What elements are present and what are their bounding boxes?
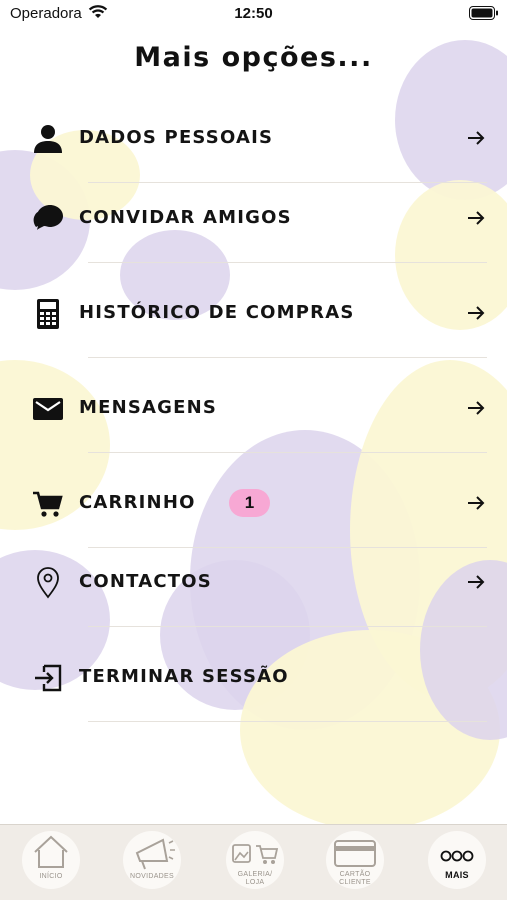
- card-icon: [334, 840, 376, 867]
- menu-item-historico-compras[interactable]: HISTÓRICO DE COMPRAS: [0, 284, 507, 358]
- arrow-right-icon: [468, 496, 485, 510]
- cart-icon: [33, 491, 63, 517]
- menu-item-label: CONTACTOS: [79, 571, 212, 592]
- page-title: Mais opções...: [134, 42, 373, 73]
- menu-item-convidar-amigos[interactable]: CONVIDAR AMIGOS: [0, 189, 507, 263]
- arrow-right-icon: [468, 131, 485, 145]
- location-pin-icon: [37, 567, 59, 599]
- tab-novidades[interactable]: NOVIDADES: [123, 831, 181, 889]
- tab-label: MAIS: [445, 870, 469, 880]
- status-time: 12:50: [234, 5, 273, 22]
- divider: [88, 626, 487, 627]
- menu-item-contactos[interactable]: CONTACTOS: [0, 553, 507, 627]
- megaphone-icon: [135, 838, 175, 870]
- arrow-right-icon: [468, 211, 485, 225]
- tab-label: GALERIA/LOJA: [237, 871, 273, 886]
- arrow-right-icon: [468, 575, 485, 589]
- tab-cartao-cliente[interactable]: CARTÃO CLIENTE: [326, 831, 384, 889]
- menu-item-dados-pessoais[interactable]: DADOS PESSOAIS: [0, 109, 507, 183]
- menu-item-terminar-sessao[interactable]: TERMINAR SESSÃO: [0, 648, 507, 722]
- menu-item-label: MENSAGENS: [79, 397, 218, 418]
- logout-icon: [35, 664, 62, 692]
- tab-label: INÍCIO: [39, 873, 63, 880]
- more-dots-icon: [440, 850, 474, 862]
- divider: [88, 721, 487, 722]
- battery-icon: [469, 6, 498, 20]
- tab-galeria-loja[interactable]: GALERIA/LOJA: [226, 831, 284, 889]
- menu-item-label: CONVIDAR AMIGOS: [79, 207, 292, 228]
- menu-item-mensagens[interactable]: MENSAGENS: [0, 379, 507, 453]
- divider: [88, 357, 487, 358]
- home-icon: [34, 835, 68, 868]
- tab-inicio[interactable]: INÍCIO: [22, 831, 80, 889]
- menu-item-carrinho[interactable]: CARRINHO 1: [0, 474, 507, 548]
- divider: [88, 182, 487, 183]
- divider: [88, 262, 487, 263]
- menu-item-label: HISTÓRICO DE COMPRAS: [79, 302, 355, 323]
- gallery-cart-icon: [232, 844, 279, 864]
- menu-item-label: DADOS PESSOAIS: [79, 127, 274, 148]
- person-icon: [34, 125, 62, 153]
- arrow-right-icon: [468, 306, 485, 320]
- divider: [88, 547, 487, 548]
- status-bar: Operadora 12:50: [0, 0, 507, 28]
- chat-bubbles-icon: [33, 205, 63, 230]
- calculator-icon: [37, 299, 59, 329]
- tab-mais[interactable]: MAIS: [428, 831, 486, 889]
- menu-item-label: TERMINAR SESSÃO: [79, 666, 289, 687]
- envelope-icon: [33, 398, 63, 420]
- menu-item-label: CARRINHO: [79, 492, 196, 513]
- arrow-right-icon: [468, 401, 485, 415]
- tab-label: NOVIDADES: [130, 873, 174, 880]
- cart-count-badge: 1: [229, 489, 270, 517]
- divider: [88, 452, 487, 453]
- tab-label: CARTÃO CLIENTE: [339, 871, 371, 886]
- bottom-tab-bar: INÍCIO NOVIDADES GALERIA/LOJA CARTÃO CLIE…: [0, 824, 507, 900]
